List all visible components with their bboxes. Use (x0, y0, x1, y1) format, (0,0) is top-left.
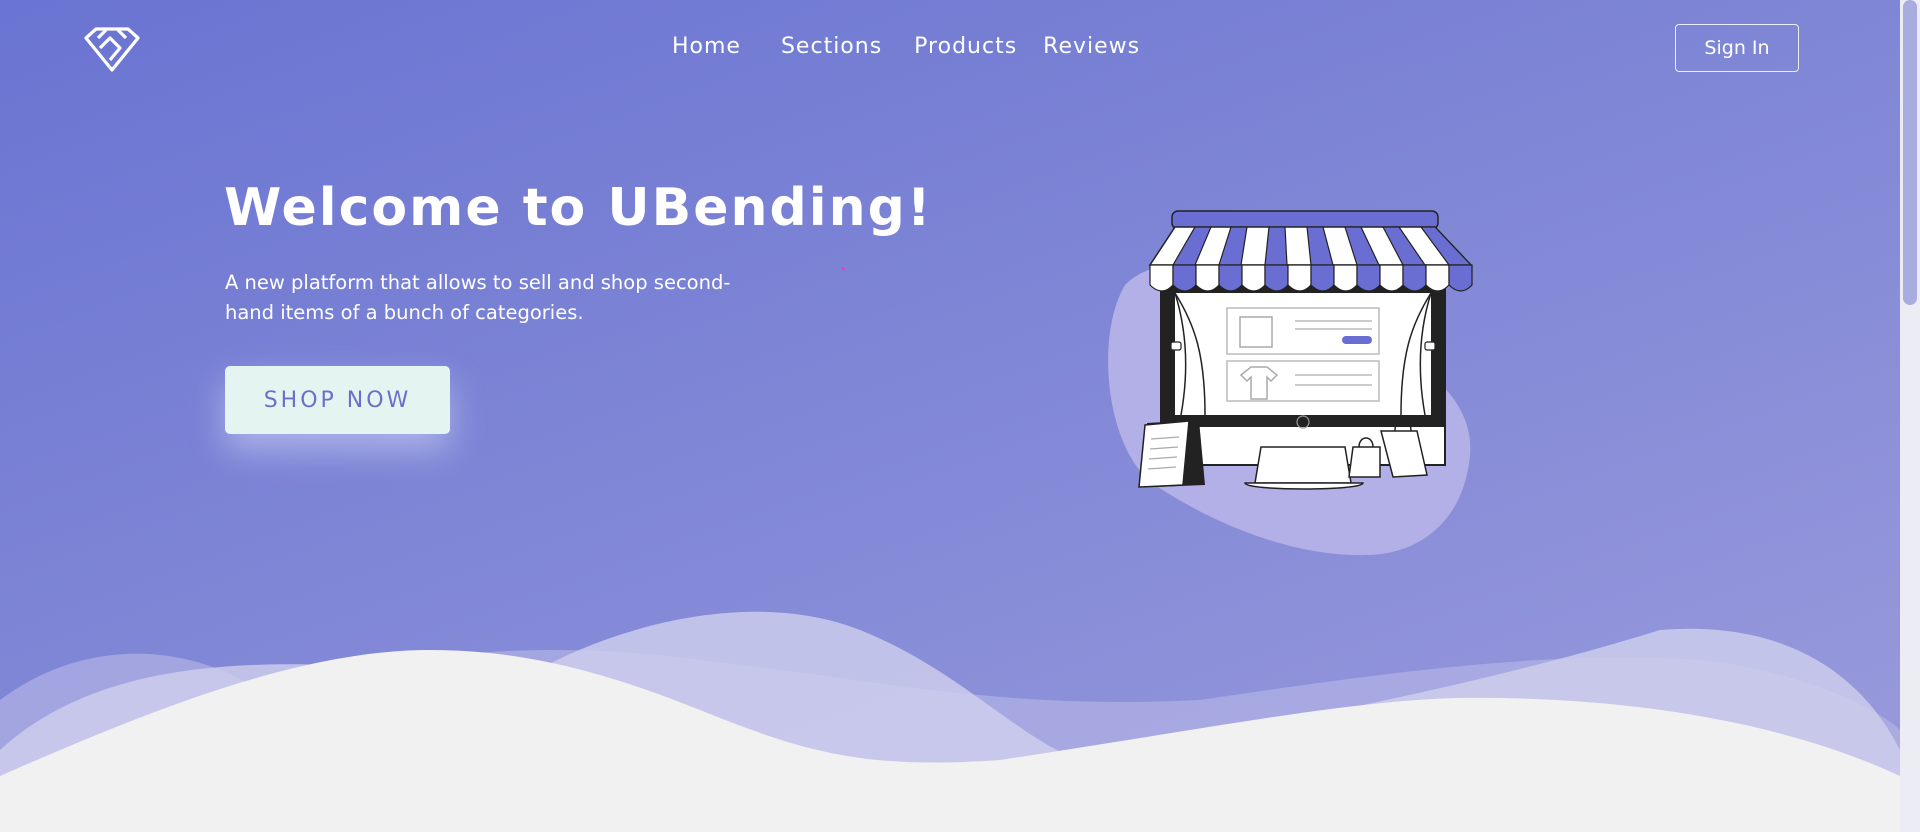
online-store-icon (1108, 210, 1473, 556)
nav-home-link[interactable]: Home (660, 30, 753, 63)
shop-now-button[interactable]: SHOP NOW (225, 366, 450, 434)
nav-reviews-link[interactable]: Reviews (1031, 30, 1152, 63)
scrollbar[interactable] (1900, 0, 1920, 832)
wave-decoration (0, 611, 1900, 832)
diamond-logo-icon[interactable] (82, 26, 142, 74)
nav-sections-link[interactable]: Sections (769, 30, 894, 63)
hero-subtitle: A new platform that allows to sell and s… (225, 271, 731, 324)
sign-in-button[interactable]: Sign In (1675, 24, 1799, 72)
decorative-dot (842, 267, 845, 270)
main-nav: Home Sections Products Reviews (660, 30, 1152, 63)
hero-section: Home Sections Products Reviews Sign In W… (0, 0, 1900, 832)
nav-products-link[interactable]: Products (902, 30, 1029, 63)
landing-page: Home Sections Products Reviews Sign In W… (0, 0, 1920, 832)
scrollbar-thumb[interactable] (1903, 0, 1917, 305)
hero-title: Welcome to UBending! (224, 178, 933, 238)
